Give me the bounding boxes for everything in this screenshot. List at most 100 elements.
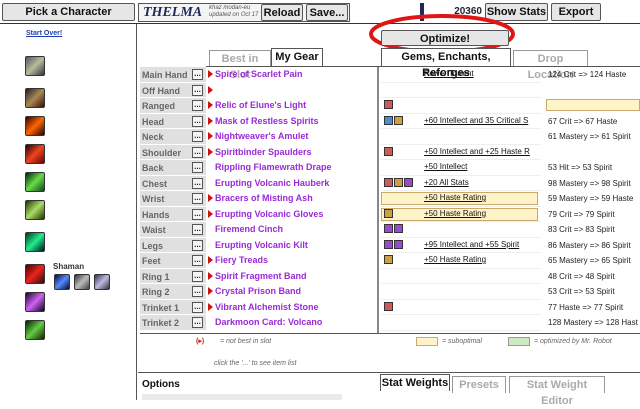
tab-stat-weights[interactable]: Stat Weights xyxy=(380,374,450,391)
shield-icon[interactable] xyxy=(74,274,90,290)
item-list-button[interactable]: ... xyxy=(192,286,203,297)
earth-icon[interactable] xyxy=(25,320,45,340)
gem-icon[interactable] xyxy=(384,115,393,125)
item-name[interactable]: Relic of Elune's Light xyxy=(215,100,306,110)
spell-icon[interactable] xyxy=(25,56,45,76)
item-list-button[interactable]: ... xyxy=(192,84,203,96)
ghost-wolf-icon[interactable] xyxy=(94,274,110,290)
item-list-button[interactable]: ... xyxy=(192,255,203,266)
gem-icon[interactable] xyxy=(384,146,393,156)
gear-item[interactable]: Darkmoon Card: Volcano xyxy=(207,315,373,331)
enchant-link[interactable]: +60 Intellect and 35 Critical S xyxy=(424,116,539,125)
wind-icon[interactable] xyxy=(25,200,45,220)
item-list-button[interactable]: ... xyxy=(192,115,203,127)
item-name[interactable]: Crystal Prison Band xyxy=(215,286,301,296)
item-name[interactable]: Mask of Restless Spirits xyxy=(215,116,319,126)
reload-button[interactable]: Reload xyxy=(261,4,303,21)
gear-item[interactable]: Mask of Restless Spirits xyxy=(207,114,373,130)
gear-item[interactable]: Erupting Volcanic Kilt xyxy=(207,238,373,254)
item-name[interactable]: Spire of Scarlet Pain xyxy=(215,69,303,79)
totem-icon[interactable] xyxy=(25,88,45,108)
item-name[interactable]: Erupting Volcanic Gloves xyxy=(215,209,323,219)
lava-icon[interactable] xyxy=(25,144,45,164)
gear-item[interactable]: Fiery Treads xyxy=(207,253,373,269)
enchant-link[interactable]: +50 Haste Rating xyxy=(424,193,539,202)
tab-best-in-slot[interactable]: Best in Slot xyxy=(209,50,271,81)
item-list-button[interactable]: ... xyxy=(192,270,203,282)
gem-icon[interactable] xyxy=(394,224,403,233)
gem-icon[interactable] xyxy=(384,177,393,187)
gem-icon[interactable] xyxy=(384,301,393,311)
gear-item[interactable] xyxy=(207,83,373,99)
item-list-button[interactable]: ... xyxy=(192,69,203,80)
talent-icon[interactable] xyxy=(54,274,70,290)
gem-icon[interactable] xyxy=(394,115,403,125)
item-name[interactable]: Fiery Treads xyxy=(215,255,268,265)
gem-icon[interactable] xyxy=(384,255,393,264)
export-button[interactable]: Export xyxy=(551,3,601,21)
item-name[interactable]: Rippling Flamewrath Drape xyxy=(215,162,332,172)
gear-item[interactable]: Spire of Scarlet Pain xyxy=(207,67,373,83)
item-list-button[interactable]: ... xyxy=(192,193,203,204)
item-list-button[interactable]: ... xyxy=(192,177,203,189)
gear-item[interactable]: Erupting Volcanic Gloves xyxy=(207,207,373,223)
item-name[interactable]: Vibrant Alchemist Stone xyxy=(215,302,319,312)
item-name[interactable]: Darkmoon Card: Volcano xyxy=(215,317,322,327)
enchant-link[interactable]: +95 Intellect and +55 Spirit xyxy=(424,240,539,249)
gem-icon[interactable] xyxy=(384,224,393,233)
fire-icon[interactable] xyxy=(25,116,45,136)
reforge-text: 59 Mastery => 59 Haste xyxy=(548,194,634,203)
gear-item[interactable]: Rippling Flamewrath Drape xyxy=(207,160,373,176)
tab-stat-weight-editor[interactable]: Stat Weight Editor xyxy=(509,376,605,407)
enchant-link[interactable]: +50 Intellect xyxy=(424,162,539,171)
item-list-button[interactable]: ... xyxy=(192,208,203,220)
enchant-link[interactable]: +50 Haste Rating xyxy=(424,209,539,218)
enchant-link[interactable]: +50 Haste Rating xyxy=(424,255,539,264)
shaman-class-icon[interactable] xyxy=(25,264,45,284)
gear-item[interactable]: Relic of Elune's Light xyxy=(207,98,373,114)
enchant-link[interactable]: +50 Intellect and +25 Haste R xyxy=(424,147,539,156)
tab-my-gear[interactable]: My Gear xyxy=(271,48,323,67)
gem-icon[interactable] xyxy=(384,100,393,109)
item-name[interactable]: Erupting Volcanic Hauberk xyxy=(215,178,329,188)
gear-item[interactable]: Firemend Cinch xyxy=(207,222,373,238)
gear-item[interactable]: Bracers of Misting Ash xyxy=(207,191,373,207)
gem-icon[interactable] xyxy=(394,239,403,249)
gear-item[interactable]: Spiritbinder Spaulders xyxy=(207,145,373,161)
item-list-button[interactable]: ... xyxy=(192,131,203,142)
tab-presets[interactable]: Presets xyxy=(452,376,506,393)
item-list-button[interactable]: ... xyxy=(192,301,203,313)
enchant-link[interactable]: +20 All Stats xyxy=(424,178,539,187)
gear-item[interactable]: Erupting Volcanic Hauberk xyxy=(207,176,373,192)
item-name[interactable]: Bracers of Misting Ash xyxy=(215,193,313,203)
gem-icon[interactable] xyxy=(384,239,393,249)
pick-character-button[interactable]: Pick a Character xyxy=(2,3,135,21)
healing-icon[interactable] xyxy=(25,232,45,252)
item-name[interactable]: Spiritbinder Spaulders xyxy=(215,147,312,157)
item-list-button[interactable]: ... xyxy=(192,224,203,235)
tab-drop-location[interactable]: Drop Location xyxy=(513,50,588,81)
item-list-button[interactable]: ... xyxy=(192,146,203,158)
item-name[interactable]: Erupting Volcanic Kilt xyxy=(215,240,308,250)
gear-item[interactable]: Crystal Prison Band xyxy=(207,284,373,300)
gear-item[interactable]: Vibrant Alchemist Stone xyxy=(207,300,373,316)
item-name[interactable]: Spirit Fragment Band xyxy=(215,271,307,281)
optimize-button[interactable]: Optimize! xyxy=(381,30,509,46)
save-button[interactable]: Save... xyxy=(306,4,348,21)
item-name[interactable]: Firemend Cinch xyxy=(215,224,283,234)
item-name[interactable]: Nightweaver's Amulet xyxy=(215,131,308,141)
item-list-button[interactable]: ... xyxy=(192,100,203,111)
gear-item[interactable]: Spirit Fragment Band xyxy=(207,269,373,285)
arcane-icon[interactable] xyxy=(25,292,45,312)
nature-icon[interactable] xyxy=(25,172,45,192)
item-list-button[interactable]: ... xyxy=(192,162,203,173)
item-list-button[interactable]: ... xyxy=(192,239,203,251)
enchant-link[interactable]: Power Torrent xyxy=(424,69,539,78)
gear-item[interactable]: Nightweaver's Amulet xyxy=(207,129,373,145)
gem-icon[interactable] xyxy=(394,177,403,187)
gem-icon[interactable] xyxy=(404,177,413,187)
gem-icon[interactable] xyxy=(384,208,393,218)
item-list-button[interactable]: ... xyxy=(192,317,203,328)
tab-gems-enchants-reforges[interactable]: Gems, Enchants, Reforges xyxy=(381,48,511,79)
start-over-link[interactable]: Start Over! xyxy=(26,30,62,37)
